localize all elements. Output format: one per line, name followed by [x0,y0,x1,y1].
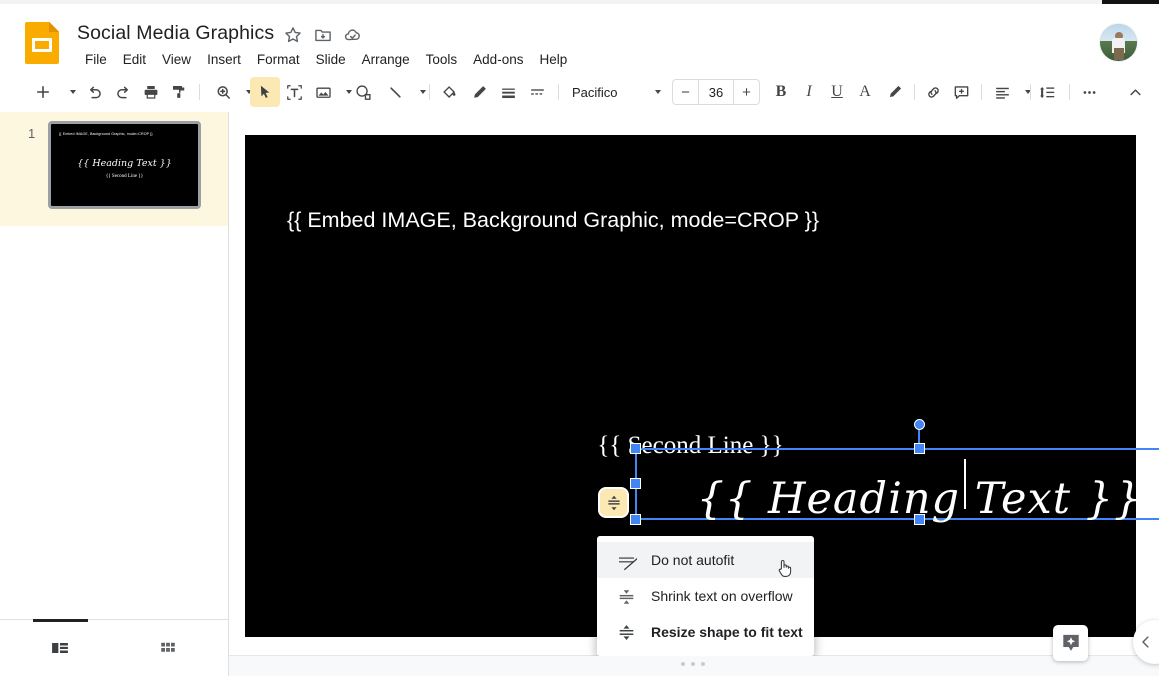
document-title[interactable]: Social Media Graphics [77,22,274,45]
logo-fold-shape [49,22,59,32]
menu-option-label: Shrink text on overflow [651,588,793,604]
slide-thumbnail[interactable]: {{ Embed IMAGE, Background Graphic, mode… [48,121,201,209]
line-spacing-icon[interactable] [1032,77,1062,107]
do-not-autofit-icon [615,549,637,571]
resize-shape-to-fit-text-icon [615,621,637,643]
shape-icon[interactable] [348,77,378,107]
thumbnail-heading-text: {{ Heading Text }} [77,158,172,169]
menu-item-format[interactable]: Format [249,50,308,70]
explore-icon[interactable] [1053,625,1088,661]
font-family-value: Pacifico [572,84,618,100]
new-slide-icon[interactable] [28,77,58,107]
thumbnail-line1-text: {{ Embed IMAGE, Background Graphic, mode… [59,132,153,136]
slide-editing-canvas[interactable]: {{ Embed IMAGE, Background Graphic, mode… [229,112,1159,656]
border-color-icon[interactable] [464,77,494,107]
menu-item-insert[interactable]: Insert [199,50,249,70]
main-toolbar: Pacifico − 36 + B I U A [0,72,1159,113]
text-insertion-caret [964,459,966,509]
toolbar-separator [981,84,982,100]
menu-item-arrange[interactable]: Arrange [354,50,418,70]
app-header: Social Media Graphics File Edit View Ins… [0,4,1159,72]
menu-item-edit[interactable]: Edit [115,50,154,70]
avatar[interactable] [1100,24,1137,61]
drag-handle-icon[interactable] [681,662,705,666]
cloud-saved-icon[interactable] [341,23,365,47]
menu-item-tools[interactable]: Tools [418,50,466,70]
redo-icon[interactable] [108,77,138,107]
paint-format-icon[interactable] [164,77,194,107]
active-view-indicator [33,619,88,622]
underline-button[interactable]: U [822,77,852,107]
autofit-badge-icon[interactable] [598,487,629,518]
menu-option-shrink-text-on-overflow[interactable]: Shrink text on overflow [597,578,814,614]
print-icon[interactable] [136,77,166,107]
toolbar-separator [199,84,200,100]
text-color-label: A [859,83,871,100]
filmstrip-view-toolbar [0,619,229,676]
selected-text-box[interactable]: {{ Heading Text }} [635,448,1159,524]
font-size-input[interactable]: 36 [698,80,734,104]
resize-handle-top-center[interactable] [914,443,925,454]
toolbar-separator [914,84,915,100]
font-family-dropdown-icon[interactable] [655,90,661,94]
resize-handle-top-left[interactable] [630,443,641,454]
move-to-folder-icon[interactable] [311,23,335,47]
resize-handle-bottom-left[interactable] [630,514,641,525]
menu-option-label: Resize shape to fit text [651,624,803,640]
undo-icon[interactable] [79,77,109,107]
add-comment-icon[interactable] [946,77,976,107]
slide-number-label: 1 [28,126,36,141]
menu-item-help[interactable]: Help [531,50,575,70]
menu-option-resize-shape-to-fit-text[interactable]: Resize shape to fit text [597,614,814,650]
canvas-bottom-strip[interactable] [229,655,1159,676]
toolbar-separator [1069,84,1070,100]
filmstrip-slide-item[interactable]: 1 {{ Embed IMAGE, Background Graphic, mo… [0,112,228,226]
collapse-toolbar-icon[interactable] [1120,77,1150,107]
pointing-hand-cursor [776,558,794,578]
border-dash-icon[interactable] [522,77,552,107]
shrink-text-on-overflow-icon [615,585,637,607]
bold-label: B [775,83,787,100]
logo-screen-shape [32,38,52,52]
underline-label: U [831,83,843,100]
menu-option-do-not-autofit[interactable]: Do not autofit [597,542,814,578]
more-options-button[interactable] [1074,77,1104,107]
text-color-button[interactable]: A [850,77,880,107]
grid-view-icon[interactable] [153,633,183,663]
line-icon[interactable] [380,77,410,107]
toolbar-separator [1030,84,1031,100]
thumbnail-line2-text: {{ Second Line }} [105,174,144,179]
toolbar-separator [429,84,430,100]
menu-item-view[interactable]: View [154,50,199,70]
font-size-stepper[interactable]: − 36 + [672,79,760,105]
menu-bar: File Edit View Insert Format Slide Arran… [77,50,575,70]
decrease-font-size-button[interactable]: − [673,80,698,104]
rotation-handle[interactable] [914,419,925,430]
increase-font-size-button[interactable]: + [734,80,759,104]
avatar-person-legs [1113,48,1124,61]
star-icon[interactable] [281,23,305,47]
slides-logo-icon[interactable] [25,22,59,64]
autofit-options-menu[interactable]: Do not autofit Shrink text on overflow R… [597,536,814,656]
bold-button[interactable]: B [766,77,796,107]
italic-label: I [806,83,812,100]
select-icon[interactable] [250,77,280,107]
insert-link-icon[interactable] [918,77,948,107]
fill-color-icon[interactable] [434,77,464,107]
italic-button[interactable]: I [794,77,824,107]
slide-text-heading[interactable]: {{ Heading Text }} [637,474,1159,524]
menu-item-slide[interactable]: Slide [308,50,354,70]
menu-item-add-ons[interactable]: Add-ons [465,50,531,70]
resize-handle-bottom-center[interactable] [914,514,925,525]
slide-text-embed-image[interactable]: {{ Embed IMAGE, Background Graphic, mode… [287,208,819,233]
border-weight-icon[interactable] [493,77,523,107]
toolbar-separator [558,84,559,100]
text-box-icon[interactable] [279,77,309,107]
slide-filmstrip-panel[interactable]: 1 {{ Embed IMAGE, Background Graphic, mo… [0,112,229,620]
menu-option-label: Do not autofit [651,552,735,568]
filmstrip-view-icon[interactable] [45,633,75,663]
resize-handle-middle-left[interactable] [630,478,641,489]
highlight-color-icon[interactable] [880,77,910,107]
menu-item-file[interactable]: File [77,50,115,70]
